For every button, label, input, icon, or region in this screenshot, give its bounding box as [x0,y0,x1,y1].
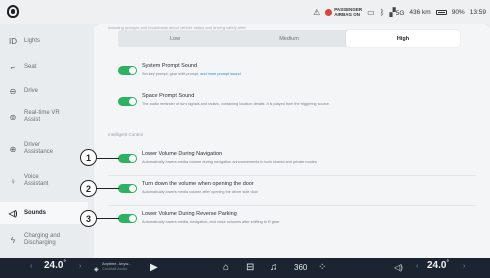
speaker-icon: ◁) [8,208,18,218]
music-icon[interactable]: ♫ [270,261,278,275]
sidebar-item-label: Charging and Discharging [24,233,61,246]
volume-option-high[interactable]: High [346,30,460,47]
sidebar-item-label: Drive [24,87,39,94]
divider [108,205,476,206]
sidebar-item-label: Lights [24,37,41,44]
temp-right-decrease-icon[interactable]: ‹ [416,263,418,270]
space-prompt-toggle[interactable] [118,97,137,106]
lower-volume-navigation-desc: Automatically lowers media volume during… [142,160,317,164]
lower-volume-navigation-title: Lower Volume During Navigation [142,151,223,157]
seat-icon: ⌐ [10,62,16,72]
driver-assistance-icon: ⊕ [9,144,17,154]
system-prompt-desc-text: Set key prompt, gear shift prompt, [142,72,200,76]
more-prompt-sound-link[interactable]: and more prompt sound [200,72,240,76]
temp-left-increase-icon[interactable]: › [79,263,81,270]
media-subtitle: Cocktail Audio [102,266,128,271]
album-art-icon[interactable]: ◈ [94,263,99,277]
right-temperature[interactable]: 24.0° [427,260,449,271]
callout-2: 2 [80,180,97,197]
battery-text: 90% [451,8,465,16]
airbag-line2: AIRBAG ON [334,12,360,17]
reverse-parking-volume-row: Lower Volume During Reverse Parking Auto… [118,210,458,234]
sidebar-item-real-time-vr-assist[interactable]: ⊚ Real-time VR Assist [0,106,88,128]
reverse-parking-volume-toggle[interactable] [118,214,137,223]
home-icon[interactable]: ⌂ [223,261,229,275]
sidebar-item-label: Seat [24,63,37,70]
sidebar-item-charging-and-discharging[interactable]: ϟ Charging and Discharging [0,228,88,252]
status-icons: ⚠ PASSENGER AIRBAG ON ▭ ᛒ ▞5G 436 km 90%… [313,0,486,24]
display-icon: ▭ [367,7,375,17]
door-open-volume-desc: Automatically lowers media volume after … [142,190,259,194]
sidebar-item-label: Driver Assistance [24,142,54,155]
intelligent-control-label: Intelligent Control [108,132,144,137]
now-playing[interactable]: Anytime, Anyw... Cocktail Audio [102,261,131,271]
space-prompt-desc: The audio reminder of turn signals and r… [142,102,331,106]
volume-option-medium[interactable]: Medium [232,30,346,47]
lights-icon: ID [9,36,17,46]
system-prompt-desc: Set key prompt, gear shift prompt, and m… [142,72,241,76]
battery-icon [435,9,447,15]
system-prompt-title: System Prompt Sound [142,63,198,69]
callout-leader [97,158,119,160]
status-bar: ⚠ PASSENGER AIRBAG ON ▭ ᛒ ▞5G 436 km 90%… [0,0,490,24]
space-prompt-row: Space Prompt Sound The audio reminder of… [118,92,458,116]
charging-icon: ϟ [10,235,16,245]
sidebar-item-lights[interactable]: ID Lights [0,31,88,51]
signal-label: 5G [395,9,405,17]
sidebar-item-label: Sounds [24,209,46,216]
left-temp-deg: ° [63,260,66,266]
sounds-settings-panel: including prompts and broadcasts about v… [94,24,490,258]
sidebar-item-sounds[interactable]: ◁) Sounds [0,202,88,224]
left-temperature[interactable]: 24.0° [44,260,66,271]
sidebar-item-seat[interactable]: ⌐ Seat [0,57,88,77]
clock: 13:59 [469,8,486,16]
settings-sidebar: ID Lights ⌐ Seat ⊖ Drive ⊚ Real-time VR … [0,24,88,258]
door-open-volume-toggle[interactable] [118,184,137,193]
brand-logo-icon [7,5,19,18]
temp-left-decrease-icon[interactable]: ‹ [30,263,32,270]
callout-leader [97,218,119,220]
bluetooth-icon: ᛒ [379,7,385,17]
steering-wheel-icon: ⊖ [9,86,17,96]
sidebar-item-label: Real-time VR Assist [24,110,60,123]
play-icon[interactable]: ▶ [150,261,158,275]
sidebar-item-label: Voice Assistant [24,174,49,187]
callout-1: 1 [80,149,97,166]
right-temp-deg: ° [446,260,449,266]
sidebar-item-drive[interactable]: ⊖ Drive [0,81,88,101]
volume-icon[interactable]: ◁) [394,261,403,275]
bottom-dock: ‹ 24.0° › ◈ Anytime, Anyw... Cocktail Au… [0,258,490,278]
door-open-volume-title: Turn down the volume when opening the do… [142,181,254,187]
alert-icon: ⚠ [313,7,321,17]
sidebar-item-driver-assistance[interactable]: ⊕ Driver Assistance [0,138,88,160]
apps-grid-icon[interactable]: ⁘ [318,261,326,275]
camera-360-button[interactable]: 360 [294,261,307,275]
left-temp-value: 24.0 [44,260,64,271]
reverse-parking-volume-title: Lower Volume During Reverse Parking [142,211,237,217]
signal-indicator: ▞5G [390,8,405,17]
voice-assistant-icon: ♀ [10,176,16,186]
callout-leader [97,188,119,190]
lower-volume-navigation-toggle[interactable] [118,154,137,163]
vr-assist-icon: ⊚ [9,112,17,122]
callout-3: 3 [80,210,97,227]
prompt-volume-selector: Low Medium High [118,30,460,47]
sidebar-item-voice-assistant[interactable]: ♀ Voice Assistant [0,170,88,192]
car-icon[interactable]: ⊟ [246,261,254,275]
range-text: 436 km [409,8,431,16]
temp-right-increase-icon[interactable]: › [463,263,465,270]
door-open-volume-row: Turn down the volume when opening the do… [118,180,458,204]
space-prompt-title: Space Prompt Sound [142,93,195,99]
right-temp-value: 24.0 [427,260,447,271]
volume-option-low[interactable]: Low [118,30,232,47]
airbag-indicator: PASSENGER AIRBAG ON [325,7,362,17]
reverse-parking-volume-desc: Automatically lowers media, navigation, … [142,220,280,224]
system-prompt-toggle[interactable] [118,66,137,75]
divider [108,175,476,176]
airbag-icon [325,8,333,16]
lower-volume-navigation-row: Lower Volume During Navigation Automatic… [118,150,458,174]
system-prompt-row: System Prompt Sound Set key prompt, gear… [118,62,458,86]
